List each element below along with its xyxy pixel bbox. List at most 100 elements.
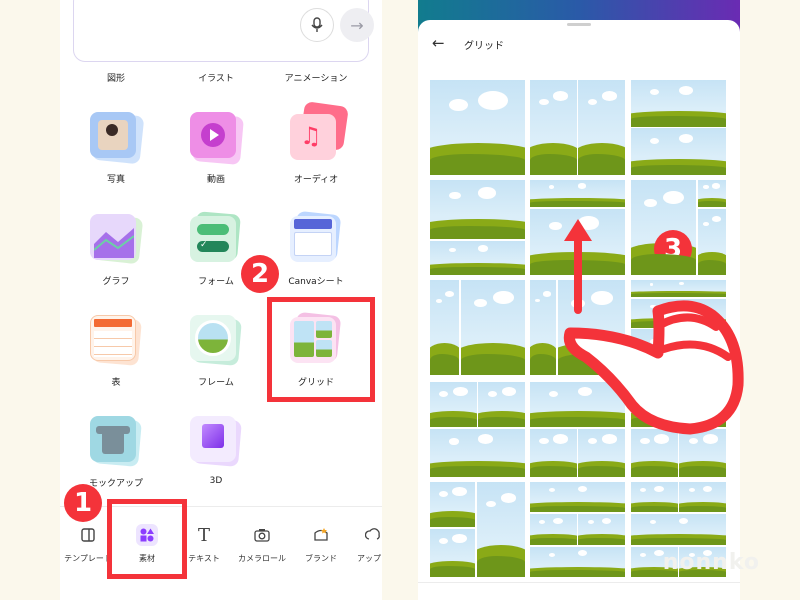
grid-layout-tile[interactable] [430, 280, 525, 375]
nav-camera-roll[interactable]: カメラロール [229, 525, 295, 564]
cloud-shape [711, 183, 721, 189]
send-button[interactable]: → [340, 8, 374, 42]
watermark: nonnko [662, 550, 760, 575]
grid-layout-tile[interactable] [631, 80, 726, 175]
cloud-shape [449, 99, 468, 112]
grid-cell-image [430, 428, 525, 477]
back-arrow-icon[interactable]: ← [432, 34, 445, 52]
nav-uploads[interactable]: アップロ [340, 525, 382, 564]
cloud-shape [438, 538, 448, 545]
category-label-animations[interactable]: アニメーション [285, 71, 348, 84]
mic-button[interactable] [300, 8, 334, 42]
element-label: 表 [111, 378, 121, 388]
grid-cell-image [430, 180, 525, 239]
grid-cell-image [631, 128, 726, 175]
cloud-shape [650, 520, 657, 525]
element-videos[interactable]: 動画 [166, 112, 266, 185]
element-frames[interactable]: フレーム [166, 315, 266, 388]
callout-box-grids [267, 297, 375, 402]
upload-icon [365, 528, 380, 540]
element-label: フレーム [198, 378, 234, 388]
element-3d[interactable]: 3D [166, 416, 266, 486]
cloud-shape [487, 390, 497, 397]
cloud-shape [688, 488, 695, 493]
nav-label: カメラロール [238, 554, 286, 563]
category-label-shapes[interactable]: 図形 [107, 71, 125, 84]
grid-cell-image [530, 514, 577, 545]
element-label: 写真 [106, 175, 125, 185]
form-icon: ✓ [190, 211, 242, 266]
element-label: オーディオ [293, 175, 339, 185]
cloud-shape [449, 438, 459, 445]
cloud-shape [577, 485, 588, 492]
grid-cell-image [697, 180, 726, 207]
cloud-shape [474, 299, 487, 308]
step-badge-2: 2 [241, 255, 279, 293]
cloud-shape [501, 387, 516, 397]
grid-cell-image [461, 280, 525, 375]
grid-cell-image [578, 80, 625, 175]
nav-label: アップロ [357, 554, 382, 563]
cloud-shape [587, 520, 594, 525]
cloud-shape [435, 299, 442, 303]
cloud-shape [452, 534, 467, 544]
cloud-shape [477, 244, 489, 252]
cloud-shape [449, 191, 461, 200]
grid-layout-tile[interactable] [430, 180, 525, 275]
cloud-shape [650, 89, 660, 96]
audio-icon: ♫ [290, 101, 349, 164]
cloud-shape [640, 552, 647, 557]
table-icon [90, 315, 142, 367]
grid-cell-image [430, 240, 525, 275]
cloud-shape [539, 520, 546, 525]
cloud-shape [439, 390, 449, 397]
grid-cell-image [679, 482, 726, 513]
grid-cell-image [430, 80, 525, 175]
microphone-icon [311, 17, 323, 32]
element-photos[interactable]: 写真 [66, 111, 166, 185]
cloud-shape [438, 490, 448, 497]
template-icon [81, 528, 95, 542]
cloud-shape [650, 137, 660, 144]
photo-icon [90, 111, 145, 165]
bottom-nav-partial [418, 582, 740, 600]
grid-cell-image [430, 382, 477, 427]
grid-layout-tile[interactable] [530, 80, 625, 175]
category-label-illustrations[interactable]: イラスト [198, 71, 234, 84]
grid-cell-image [430, 280, 460, 375]
grid-layout-tile[interactable] [430, 482, 525, 577]
cloud-shape [703, 185, 709, 189]
grid-layout-tile[interactable] [430, 80, 525, 175]
cloud-shape [553, 91, 569, 101]
grid-cell-image [578, 514, 625, 545]
cloud-shape [678, 134, 694, 144]
cloud-shape [452, 487, 467, 497]
sheet-handle[interactable] [567, 23, 591, 26]
cloud-shape [486, 501, 496, 508]
cloud-shape [678, 85, 694, 95]
cloud-shape [663, 191, 684, 205]
cloud-shape [640, 488, 647, 493]
grid-layout-tile[interactable] [530, 482, 625, 577]
sheets-icon [290, 210, 342, 266]
element-label: グラフ [102, 277, 130, 287]
element-tables[interactable]: 表 [66, 315, 166, 388]
element-mockups[interactable]: モックアップ [66, 416, 166, 489]
element-label: 動画 [206, 175, 225, 185]
cloud-shape [553, 517, 563, 525]
arrow-right-icon: → [350, 15, 364, 35]
grid-cell-image [530, 546, 625, 577]
search-box[interactable]: → [73, 0, 374, 62]
cloud-shape [654, 485, 664, 492]
grid-cell-image [631, 80, 726, 127]
cloud-shape [587, 99, 598, 106]
element-audio[interactable]: ♫ オーディオ [266, 101, 366, 185]
element-label: Canvaシート [288, 277, 344, 287]
cloud-shape [577, 550, 588, 557]
grid-layout-tile[interactable] [430, 382, 525, 477]
element-canva-sheets[interactable]: Canvaシート [266, 210, 366, 287]
cloud-shape [444, 291, 455, 298]
swipe-hand-icon [563, 219, 744, 435]
cloud-shape [601, 91, 617, 101]
element-charts[interactable]: グラフ [66, 213, 166, 287]
